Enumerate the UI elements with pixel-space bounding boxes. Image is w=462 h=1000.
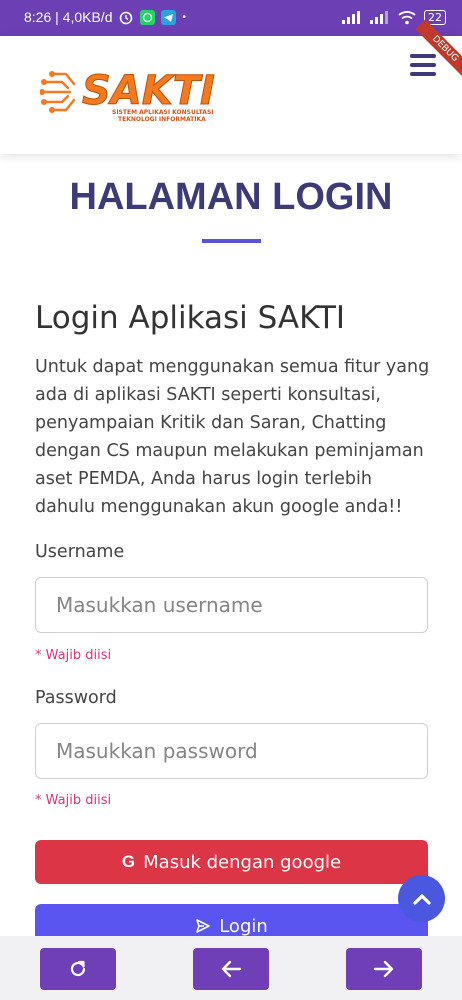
sakti-logo[interactable]: SAKTI SISTEM APLIKASI KONSULTASI TEKNOLO… (40, 60, 222, 124)
login-label: Login (219, 915, 268, 937)
section-heading: Login Aplikasi SAKTI (35, 300, 346, 336)
whatsapp-icon (140, 9, 156, 25)
wifi-icon (398, 10, 416, 24)
status-right: 22 (342, 10, 446, 25)
password-required-note: * Wajib diisi (35, 793, 112, 808)
password-input[interactable] (35, 723, 428, 779)
google-icon: G (121, 852, 136, 871)
notification-dot-icon: • (182, 11, 186, 23)
description-text: Untuk dapat menggunakan semua fitur yang… (35, 357, 430, 517)
refresh-icon (70, 960, 86, 977)
google-login-label: Masuk dengan google (143, 851, 342, 873)
back-button[interactable] (193, 948, 269, 990)
arrow-right-icon (373, 960, 394, 978)
hamburger-bar (410, 54, 436, 58)
username-required-note: * Wajib diisi (35, 648, 112, 663)
alarm-icon (120, 11, 133, 25)
arrow-left-icon (221, 960, 242, 978)
signal-2-icon (370, 11, 388, 24)
telegram-icon (161, 9, 177, 25)
signal-icon (342, 11, 360, 24)
send-icon (196, 919, 211, 933)
refresh-button[interactable] (40, 948, 116, 990)
status-time: 8:26 | 4,0KB/d (24, 9, 113, 25)
username-input[interactable] (35, 577, 428, 633)
password-label: Password (35, 688, 117, 708)
title-underline (202, 239, 261, 243)
navbar: SAKTI SISTEM APLIKASI KONSULTASI TEKNOLO… (0, 19, 462, 154)
page-title: HALAMAN LOGIN (69, 176, 393, 218)
logo-wordmark: SAKTI (82, 68, 215, 114)
username-label: Username (35, 542, 125, 562)
hamburger-bar (410, 72, 436, 76)
scroll-top-button[interactable] (398, 875, 445, 922)
google-login-button[interactable]: G Masuk dengan google (35, 840, 428, 884)
status-left: 8:26 | 4,0KB/d • (24, 9, 186, 25)
status-bar: 8:26 | 4,0KB/d • 22 (0, 0, 462, 36)
chevron-up-icon (412, 893, 431, 905)
hamburger-icon[interactable] (410, 54, 436, 76)
hamburger-bar (410, 63, 436, 67)
forward-button[interactable] (346, 948, 422, 990)
bottom-nav-bar (0, 936, 462, 1000)
logo-tagline-2: TEKNOLOGI INFORMATIKA (118, 116, 206, 123)
logo-tagline-1: SISTEM APLIKASI KONSULTASI (112, 109, 214, 116)
